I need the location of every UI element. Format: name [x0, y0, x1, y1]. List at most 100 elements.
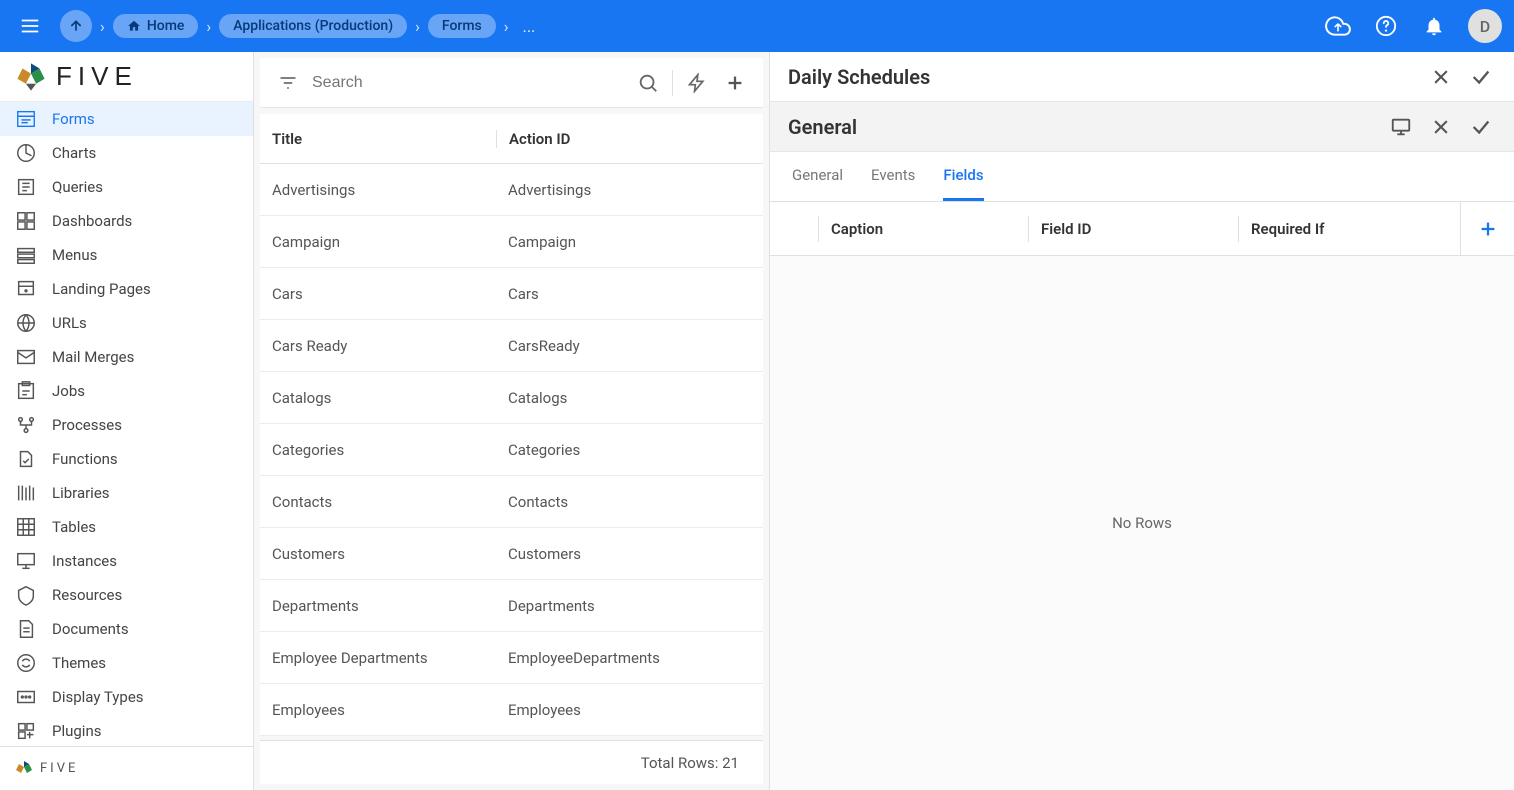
column-field-id[interactable]: Field ID	[1028, 216, 1238, 242]
logo-area: FIVE	[0, 52, 253, 102]
breadcrumb-applications[interactable]: Applications (Production)	[219, 14, 407, 38]
sidebar-item-plugins[interactable]: Plugins	[0, 714, 253, 746]
add-button[interactable]	[721, 69, 749, 97]
list-toolbar	[260, 58, 763, 108]
search-button[interactable]	[634, 69, 662, 97]
help-button[interactable]	[1372, 12, 1400, 40]
section-title: General	[788, 115, 857, 139]
table-row[interactable]: ContactsContacts	[260, 476, 763, 528]
sidebar-item-mail-merges[interactable]: Mail Merges	[0, 340, 253, 374]
bell-icon	[1423, 15, 1445, 37]
sidebar-item-landing-pages[interactable]: Landing Pages	[0, 272, 253, 306]
sidebar-item-label: Themes	[52, 654, 106, 672]
sidebar-icon	[14, 141, 38, 165]
breadcrumb-label: Applications (Production)	[233, 18, 393, 34]
detail-panel: Daily Schedules General General Events Fie…	[770, 52, 1514, 790]
handle-col	[770, 216, 818, 242]
sidebar-icon	[14, 379, 38, 403]
table-row[interactable]: CampaignCampaign	[260, 216, 763, 268]
sidebar-item-tables[interactable]: Tables	[0, 510, 253, 544]
sidebar-item-processes[interactable]: Processes	[0, 408, 253, 442]
table-row[interactable]: AdvertisingsAdvertisings	[260, 164, 763, 216]
row-title: Contacts	[260, 493, 496, 511]
logo-icon	[14, 60, 48, 94]
logo-mini-icon	[14, 759, 34, 779]
row-title: Employee Departments	[260, 649, 496, 667]
row-title: Categories	[260, 441, 496, 459]
breadcrumb-forms[interactable]: Forms	[428, 14, 496, 38]
column-action-id[interactable]: Action ID	[496, 130, 763, 148]
filter-button[interactable]	[274, 69, 302, 97]
table-row[interactable]: Employee DepartmentsEmployeeDepartments	[260, 632, 763, 684]
row-action-id: Campaign	[496, 233, 763, 251]
sidebar-item-menus[interactable]: Menus	[0, 238, 253, 272]
sidebar-item-dashboards[interactable]: Dashboards	[0, 204, 253, 238]
sidebar-item-urls[interactable]: URLs	[0, 306, 253, 340]
row-action-id: Advertisings	[496, 181, 763, 199]
tab-fields[interactable]: Fields	[943, 152, 983, 201]
check-icon	[1470, 66, 1492, 88]
quick-action-button[interactable]	[683, 69, 711, 97]
sidebar-item-label: Plugins	[52, 722, 101, 740]
sidebar-item-themes[interactable]: Themes	[0, 646, 253, 680]
breadcrumb-up[interactable]	[60, 10, 92, 42]
list-body: AdvertisingsAdvertisingsCampaignCampaign…	[260, 164, 763, 740]
sidebar-item-functions[interactable]: Functions	[0, 442, 253, 476]
breadcrumb-home[interactable]: Home	[113, 14, 199, 38]
table-row[interactable]: Cars ReadyCarsReady	[260, 320, 763, 372]
sidebar-item-libraries[interactable]: Libraries	[0, 476, 253, 510]
sidebar-item-charts[interactable]: Charts	[0, 136, 253, 170]
avatar[interactable]: D	[1468, 9, 1502, 43]
row-action-id: CarsReady	[496, 337, 763, 355]
close-icon	[1431, 67, 1451, 87]
column-required-if[interactable]: Required If	[1238, 216, 1460, 242]
sidebar-item-resources[interactable]: Resources	[0, 578, 253, 612]
row-action-id: Categories	[496, 441, 763, 459]
close-detail-button[interactable]	[1426, 62, 1456, 92]
sidebar-icon	[14, 175, 38, 199]
sidebar-icon	[14, 311, 38, 335]
home-icon	[127, 19, 141, 33]
row-title: Departments	[260, 597, 496, 615]
breadcrumb-more[interactable]: ...	[517, 17, 536, 36]
sidebar-item-queries[interactable]: Queries	[0, 170, 253, 204]
sidebar-item-label: Tables	[52, 518, 96, 536]
sidebar-item-instances[interactable]: Instances	[0, 544, 253, 578]
row-action-id: EmployeeDepartments	[496, 649, 763, 667]
sidebar-item-label: Processes	[52, 416, 122, 434]
cloud-sync-button[interactable]	[1324, 12, 1352, 40]
column-title[interactable]: Title	[260, 130, 496, 148]
cloud-icon	[1325, 13, 1351, 39]
column-caption[interactable]: Caption	[818, 216, 1028, 242]
check-icon	[1470, 116, 1492, 138]
table-row[interactable]: CarsCars	[260, 268, 763, 320]
sidebar-item-forms[interactable]: Forms	[0, 102, 253, 136]
help-icon	[1375, 15, 1397, 37]
tab-general[interactable]: General	[792, 152, 843, 201]
sidebar-item-label: Dashboards	[52, 212, 132, 230]
sidebar-icon	[14, 719, 38, 743]
confirm-section-button[interactable]	[1466, 112, 1496, 142]
table-row[interactable]: CategoriesCategories	[260, 424, 763, 476]
sidebar-icon	[14, 583, 38, 607]
search-input[interactable]	[312, 74, 624, 92]
sidebar-footer: FIVE	[0, 746, 253, 790]
close-section-button[interactable]	[1426, 112, 1456, 142]
row-action-id: Departments	[496, 597, 763, 615]
sidebar-item-jobs[interactable]: Jobs	[0, 374, 253, 408]
table-row[interactable]: CustomersCustomers	[260, 528, 763, 580]
table-row[interactable]: CatalogsCatalogs	[260, 372, 763, 424]
add-field-button[interactable]	[1460, 202, 1514, 255]
table-row[interactable]: DepartmentsDepartments	[260, 580, 763, 632]
notifications-button[interactable]	[1420, 12, 1448, 40]
sidebar-item-display-types[interactable]: Display Types	[0, 680, 253, 714]
top-bar: › Home › Applications (Production) › For…	[0, 0, 1514, 52]
menu-toggle[interactable]	[12, 8, 48, 44]
screen-preview-button[interactable]	[1386, 112, 1416, 142]
detail-title: Daily Schedules	[788, 65, 930, 89]
table-row[interactable]: EmployeesEmployees	[260, 684, 763, 736]
tab-events[interactable]: Events	[871, 152, 915, 201]
confirm-detail-button[interactable]	[1466, 62, 1496, 92]
sidebar-item-documents[interactable]: Documents	[0, 612, 253, 646]
sidebar-item-label: Menus	[52, 246, 97, 264]
